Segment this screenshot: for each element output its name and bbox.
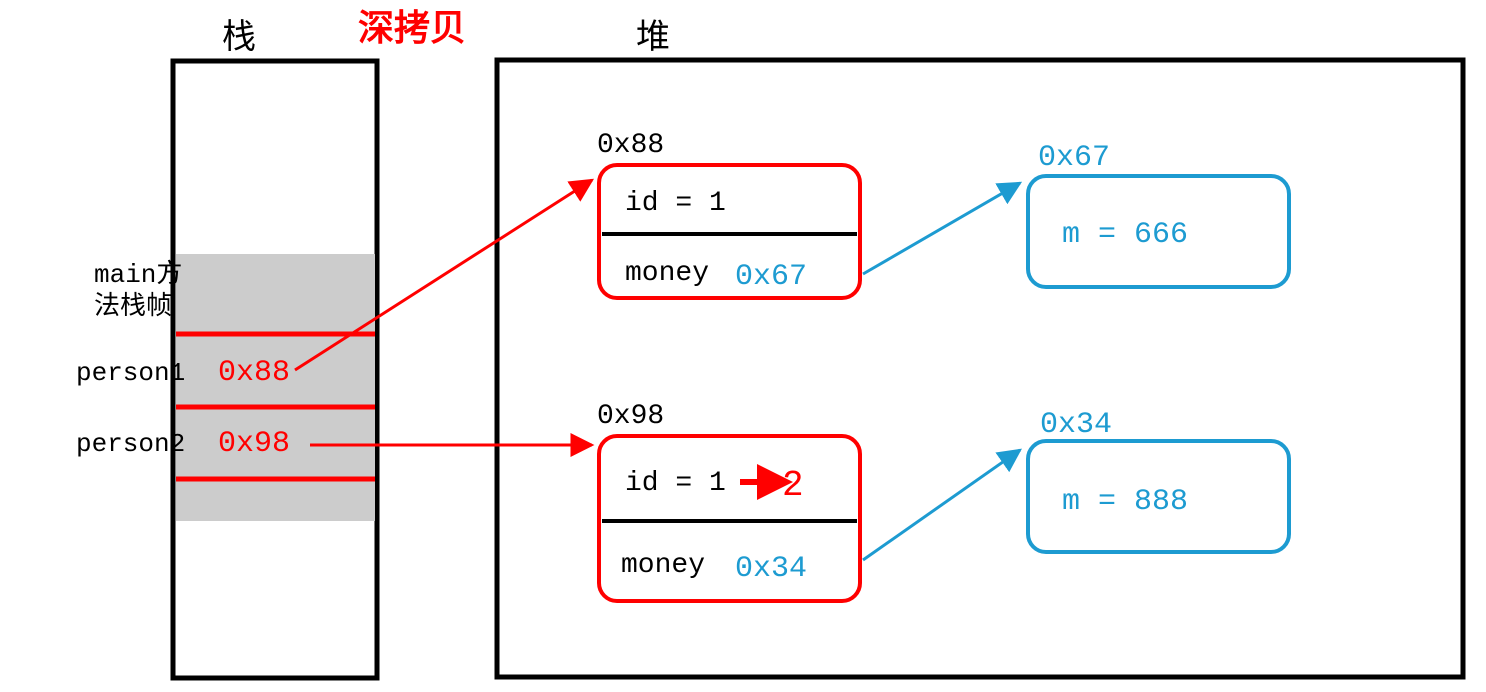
obj1-id: id = 1 <box>625 188 726 219</box>
person1-label: person1 <box>76 358 185 388</box>
obj2-money-addr: 0x34 <box>735 552 807 586</box>
arrow-obj2-money2 <box>863 450 1020 560</box>
heap-label: 堆 <box>636 19 670 59</box>
diagram-svg: 深拷贝 栈 堆 main方 法栈帧 person1 0x88 person2 0… <box>0 0 1486 692</box>
money2-addr: 0x34 <box>1040 408 1112 442</box>
obj1-addr: 0x88 <box>597 130 664 161</box>
person2-label: person2 <box>76 429 185 459</box>
person1-addr: 0x88 <box>218 356 290 390</box>
money1-value: m = 666 <box>1062 218 1188 252</box>
obj1-money-addr: 0x67 <box>735 260 807 294</box>
diagram-title: 深拷贝 <box>358 8 466 51</box>
person2-addr: 0x98 <box>218 427 290 461</box>
money1-addr: 0x67 <box>1038 141 1110 175</box>
arrow-obj1-money1 <box>863 183 1020 274</box>
stack-label: 栈 <box>222 18 256 59</box>
obj2-money-label: money <box>621 550 705 581</box>
stack-frame-label-1: main方 <box>94 259 182 290</box>
money2-value: m = 888 <box>1062 485 1188 519</box>
obj2-id-change-to: 2 <box>782 465 804 506</box>
obj2-id: id = 1 <box>625 468 726 499</box>
stack-frame-label-2: 法栈帧 <box>94 291 172 322</box>
obj2-addr: 0x98 <box>597 401 664 432</box>
obj1-money-label: money <box>625 258 709 289</box>
